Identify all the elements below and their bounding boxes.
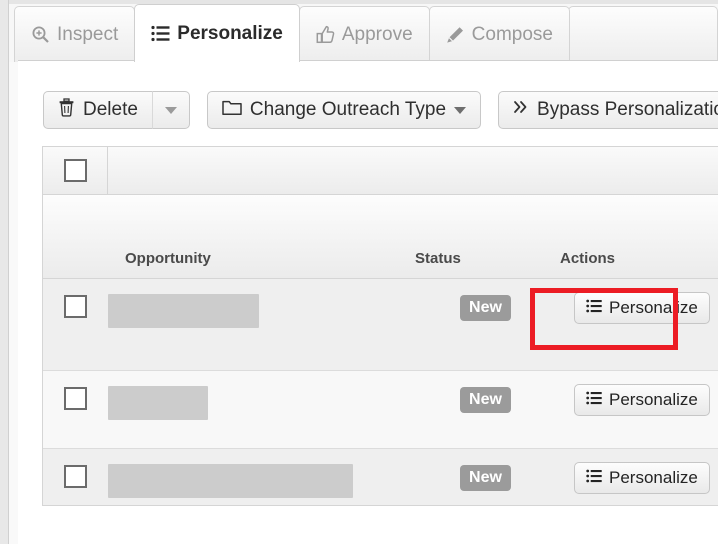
row-select-cell (43, 449, 108, 488)
table-row[interactable]: New Personalize (43, 371, 718, 449)
list-icon (586, 468, 602, 488)
column-header-opportunity[interactable]: Opportunity (125, 250, 211, 267)
thumbs-up-icon (316, 25, 335, 44)
table-row[interactable]: New Personalize (43, 449, 718, 505)
delete-button-group: Delete (43, 91, 190, 129)
tab-content-panel: Delete Change Outreach Type Bypass Perso… (18, 60, 718, 544)
bypass-personalization-label: Bypass Personalization (537, 99, 718, 120)
delete-button[interactable]: Delete (43, 91, 152, 129)
column-header-actions[interactable]: Actions (560, 250, 615, 267)
cell-actions: Personalize (558, 449, 718, 494)
folder-icon (222, 99, 242, 122)
status-badge: New (460, 465, 511, 491)
personalize-button-label: Personalize (609, 390, 698, 409)
personalize-button[interactable]: Personalize (574, 292, 710, 324)
row-checkbox[interactable] (64, 387, 87, 410)
column-header-status[interactable]: Status (415, 250, 461, 267)
redacted-opportunity-name (108, 386, 208, 420)
personalize-button-label: Personalize (609, 468, 698, 487)
table-row[interactable]: New Personalize (43, 279, 718, 371)
bypass-personalization-button[interactable]: Bypass Personalization (498, 91, 718, 129)
select-all-cell (43, 147, 108, 194)
cell-actions: Personalize (558, 279, 718, 324)
grid-header-spacer (108, 147, 718, 194)
row-checkbox[interactable] (64, 465, 87, 488)
tab-personalize[interactable]: Personalize (134, 4, 300, 62)
status-badge: New (460, 295, 511, 321)
row-checkbox[interactable] (64, 295, 87, 318)
list-icon (151, 25, 170, 42)
select-all-checkbox[interactable] (63, 159, 87, 182)
grid-column-headers: Opportunity Status Actions (43, 195, 718, 279)
tab-strip-filler (567, 6, 718, 62)
redacted-opportunity-name (108, 464, 353, 498)
tab-inspect[interactable]: Inspect (14, 6, 136, 62)
cell-opportunity (108, 449, 413, 498)
pencil-icon (446, 25, 465, 44)
tab-compose-label: Compose (471, 23, 553, 45)
tab-approve-label: Approve (341, 23, 413, 45)
cell-actions: Personalize (558, 371, 718, 416)
tab-personalize-label: Personalize (177, 22, 283, 44)
row-select-cell (43, 279, 108, 318)
cell-opportunity (108, 371, 413, 420)
list-icon (586, 390, 602, 410)
change-outreach-type-label: Change Outreach Type (249, 99, 447, 120)
grid-toolbar: Delete Change Outreach Type Bypass Perso… (43, 91, 718, 129)
chevron-down-icon (454, 106, 467, 114)
cell-status: New (413, 371, 558, 413)
chevron-down-icon (164, 106, 177, 114)
tab-compose[interactable]: Compose (428, 6, 570, 62)
tab-approve[interactable]: Approve (298, 6, 430, 62)
cell-status: New (413, 449, 558, 491)
magnifier-plus-icon (31, 25, 50, 44)
personalize-button-label: Personalize (609, 298, 698, 317)
cell-opportunity (108, 279, 413, 328)
personalize-button[interactable]: Personalize (574, 384, 710, 416)
row-select-cell (43, 371, 108, 410)
redacted-opportunity-name (108, 294, 259, 328)
opportunities-grid: Opportunity Status Actions New Personali… (42, 146, 718, 506)
delete-button-label: Delete (83, 99, 138, 120)
grid-header-top-row (43, 147, 718, 195)
cell-status: New (413, 279, 558, 321)
delete-dropdown-toggle[interactable] (151, 91, 190, 129)
tab-inspect-label: Inspect (57, 23, 119, 45)
change-outreach-type-button[interactable]: Change Outreach Type (206, 91, 482, 129)
list-icon (586, 298, 602, 318)
personalize-button[interactable]: Personalize (574, 462, 710, 494)
tab-bar: Inspect Personalize Approve Compose (9, 0, 718, 62)
left-window-gutter (0, 0, 9, 544)
status-badge: New (460, 387, 511, 413)
page-panel: Inspect Personalize Approve Compose Dele… (9, 0, 718, 544)
trash-icon (58, 97, 75, 123)
double-chevron-right-icon (513, 99, 529, 121)
